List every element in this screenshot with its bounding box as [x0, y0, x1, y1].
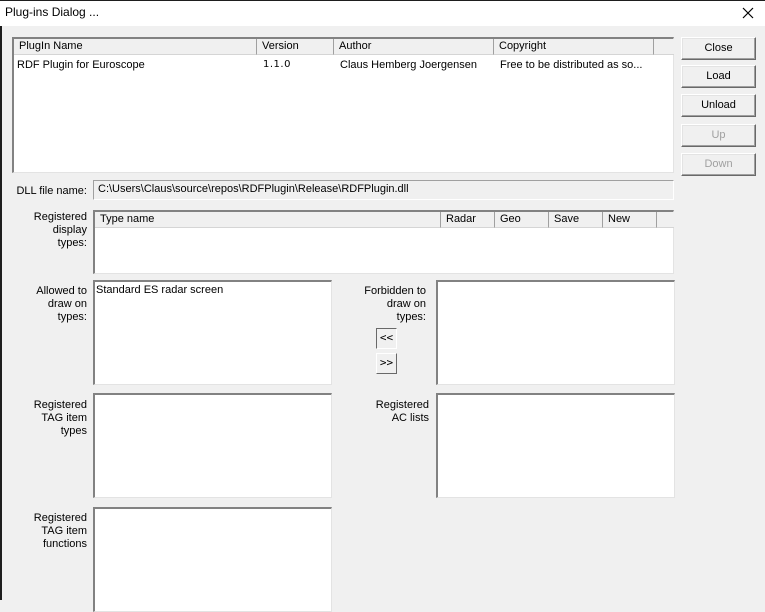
allowed-types-list[interactable]: Standard ES radar screen — [93, 280, 332, 385]
cell-version: 1.1.0 — [263, 59, 291, 70]
up-button[interactable]: Up — [681, 124, 756, 147]
list-item[interactable]: Standard ES radar screen — [96, 283, 223, 297]
forbidden-types-label: Forbidden to draw on types: — [350, 285, 426, 324]
column-label: New — [608, 213, 631, 225]
allowed-types-label: Allowed to draw on types: — [10, 285, 87, 324]
close-button[interactable]: Close — [681, 37, 756, 60]
label-line: Allowed to — [36, 285, 87, 297]
column-label: Radar — [446, 213, 476, 225]
column-header-filler — [654, 39, 674, 55]
ac-lists-list[interactable] — [436, 393, 675, 498]
close-icon — [742, 7, 754, 19]
tag-item-types-label: Registered TAG item types — [10, 399, 87, 438]
column-label: Author — [339, 40, 372, 52]
column-header-version[interactable]: Version — [257, 39, 334, 55]
cell-author: Claus Hemberg Joergensen — [340, 59, 477, 71]
label-line: types: — [57, 237, 87, 249]
label-line: TAG item — [41, 525, 87, 537]
label-line: types — [60, 425, 87, 437]
label-line: Registered — [33, 512, 87, 524]
unload-button[interactable]: Unload — [681, 94, 756, 117]
column-header-author[interactable]: Author — [334, 39, 494, 55]
display-types-list[interactable]: Type name Radar Geo Save New — [93, 210, 674, 274]
column-label: Save — [554, 213, 580, 225]
column-header-save[interactable]: Save — [549, 212, 603, 228]
column-label: Geo — [500, 213, 521, 225]
column-label: PlugIn Name — [19, 40, 83, 52]
label-line: Registered — [33, 211, 87, 223]
column-header-copyright[interactable]: Copyright — [494, 39, 654, 55]
forbidden-types-list[interactable] — [436, 280, 675, 385]
cell-plugin-name: RDF Plugin for Euroscope — [17, 59, 145, 71]
move-to-forbidden-button[interactable]: >> — [376, 353, 397, 374]
label-line: draw on — [47, 298, 87, 310]
tag-item-functions-list[interactable] — [93, 507, 332, 612]
down-button[interactable]: Down — [681, 153, 756, 176]
column-header-radar[interactable]: Radar — [441, 212, 495, 228]
cell-copyright: Free to be distributed as so... — [500, 59, 643, 71]
dll-file-name-label: DLL file name: — [16, 185, 87, 197]
display-types-label: Registered display types: — [10, 211, 87, 250]
column-label: Copyright — [499, 40, 547, 52]
label-line: Registered — [33, 399, 87, 411]
table-row[interactable]: RDF Plugin for Euroscope 1.1.0 Claus Hem… — [14, 58, 674, 72]
label-line: display — [52, 224, 87, 236]
label-line: Registered — [375, 399, 429, 411]
tag-item-functions-label: Registered TAG item functions — [10, 512, 87, 551]
column-header-type-name[interactable]: Type name — [95, 212, 441, 228]
label-line: functions — [42, 538, 87, 550]
title-bar: Plug-ins Dialog ... — [0, 0, 765, 26]
tag-item-types-list[interactable] — [93, 393, 332, 498]
column-label: Version — [262, 40, 299, 52]
plugins-list[interactable]: PlugIn Name Version Author Copyright RDF… — [12, 37, 674, 173]
label-line: Forbidden to — [364, 285, 426, 297]
dll-file-name-field[interactable]: C:\Users\Claus\source\repos\RDFPlugin\Re… — [93, 180, 674, 200]
label-line: types: — [396, 311, 426, 323]
window-title: Plug-ins Dialog ... — [5, 5, 100, 19]
move-to-allowed-button[interactable]: << — [376, 328, 397, 349]
column-header-plugin-name[interactable]: PlugIn Name — [14, 39, 257, 55]
window-border-top — [0, 0, 765, 1]
label-line: TAG item — [41, 412, 87, 424]
column-header-filler — [657, 212, 674, 228]
window-close-button[interactable] — [731, 0, 765, 26]
ac-lists-label: Registered AC lists — [350, 399, 429, 425]
label-line: AC lists — [391, 412, 429, 424]
column-header-geo[interactable]: Geo — [495, 212, 549, 228]
window-border-left — [0, 26, 2, 600]
load-button[interactable]: Load — [681, 65, 756, 88]
label-line: types: — [57, 311, 87, 323]
label-line: draw on — [386, 298, 426, 310]
column-header-new[interactable]: New — [603, 212, 657, 228]
column-label: Type name — [100, 213, 155, 225]
